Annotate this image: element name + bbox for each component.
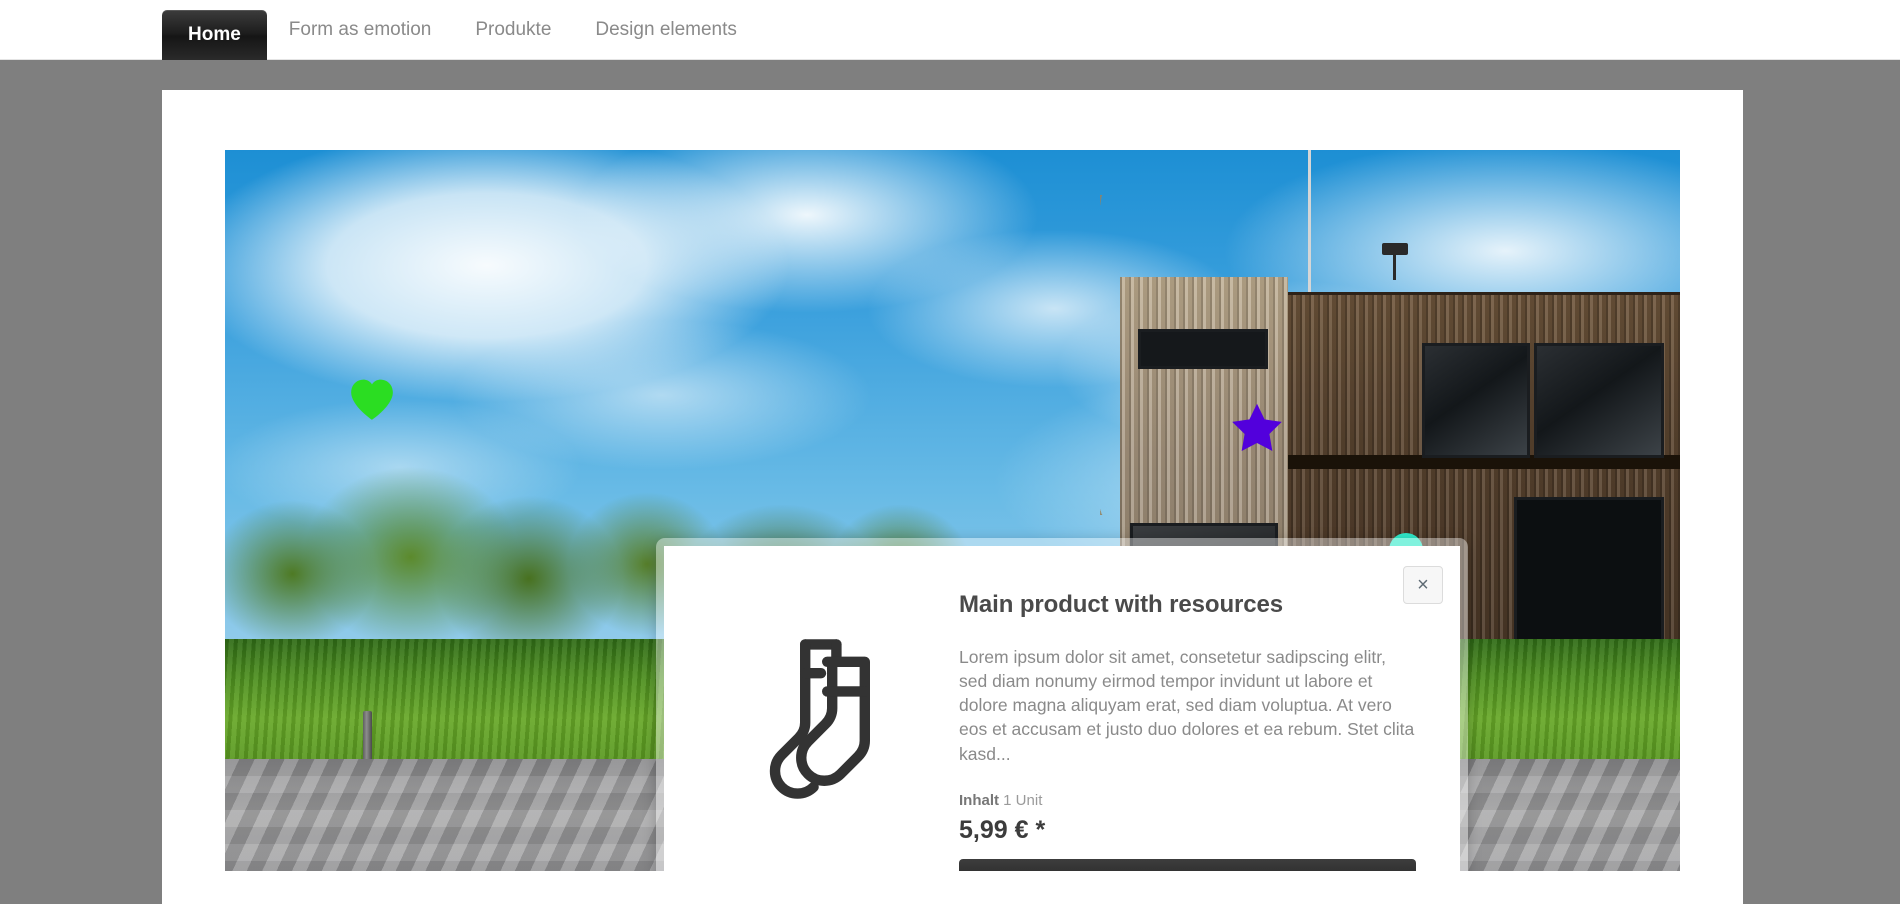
building-window xyxy=(1534,343,1664,458)
emotion-banner-image: × Main product with resources Lorem ipsu… xyxy=(225,150,1680,871)
quickview-modal: × Main product with resources Lorem ipsu… xyxy=(664,546,1460,871)
nav-item-home[interactable]: Home xyxy=(162,10,267,60)
content-value: 1 Unit xyxy=(1003,791,1043,809)
chevron-right-icon: › xyxy=(1394,859,1400,872)
product-info-column: Main product with resources Lorem ipsum … xyxy=(953,576,1426,871)
main-nav-list: Home Form as emotion Produkte Design ele… xyxy=(162,0,759,60)
top-navigation-bar: Home Form as emotion Produkte Design ele… xyxy=(0,0,1900,60)
product-price: 5,99 € * xyxy=(959,815,1046,844)
content-label: Inhalt xyxy=(959,791,999,809)
quickview-modal-frame: × Main product with resources Lorem ipsu… xyxy=(656,538,1468,871)
socks-icon xyxy=(769,639,870,799)
nav-item-form-as-emotion[interactable]: Form as emotion xyxy=(267,0,454,60)
nav-item-design-elements[interactable]: Design elements xyxy=(573,0,759,60)
add-to-cart-button[interactable]: In den Warenkorb › xyxy=(959,858,1416,872)
building-window xyxy=(1138,329,1268,369)
product-image-column xyxy=(698,576,953,871)
star-shape xyxy=(1232,403,1282,451)
heart-shape xyxy=(351,379,393,420)
building-window xyxy=(1422,343,1530,458)
close-icon[interactable]: × xyxy=(1403,566,1443,604)
content-container: × Main product with resources Lorem ipsu… xyxy=(162,90,1743,904)
product-description: Lorem ipsum dolor sit amet, consetetur s… xyxy=(959,647,1415,764)
product-content-line: Inhalt 1 Unit xyxy=(959,792,1416,809)
nav-item-produkte[interactable]: Produkte xyxy=(453,0,573,60)
building-window xyxy=(1514,497,1664,647)
roof-lamp xyxy=(1382,243,1408,280)
product-title: Main product with resources xyxy=(959,591,1284,618)
modal-body: Main product with resources Lorem ipsum … xyxy=(664,546,1460,871)
